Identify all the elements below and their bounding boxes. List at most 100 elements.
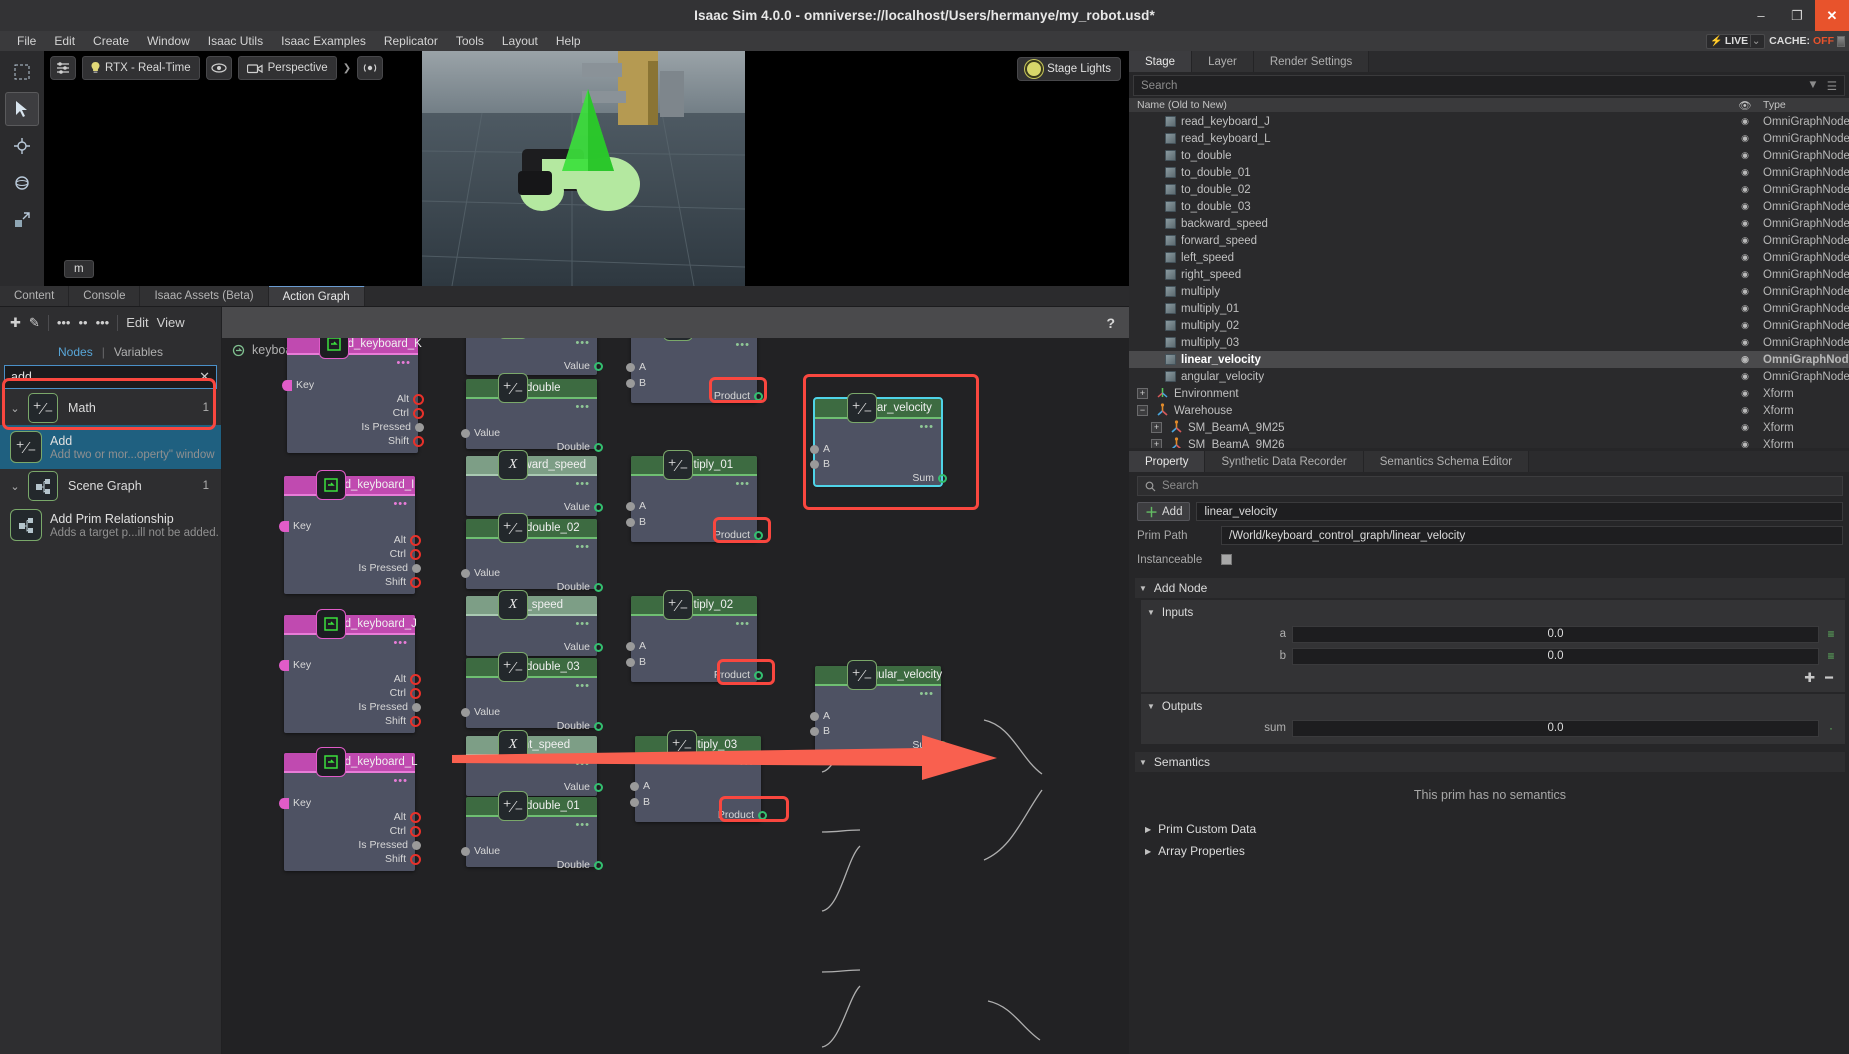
- node-output-port[interactable]: Ctrl: [390, 825, 421, 837]
- audio-icon[interactable]: [357, 56, 384, 80]
- eye-icon[interactable]: ◉: [1731, 337, 1759, 348]
- stage-row[interactable]: read_keyboard_L ◉ OmniGraphNode: [1129, 130, 1849, 147]
- node-input-port[interactable]: Key: [279, 659, 311, 671]
- cursor-tool-icon[interactable]: [5, 92, 39, 126]
- prim-custom-data-row[interactable]: ▶ Prim Custom Data: [1135, 818, 1845, 840]
- prim-path-field[interactable]: /World/keyboard_control_graph/linear_vel…: [1221, 526, 1843, 545]
- menu-item-isaac-examples[interactable]: Isaac Examples: [272, 31, 375, 51]
- filter-icon[interactable]: ▼: [1807, 79, 1818, 93]
- node-search-input[interactable]: [11, 370, 196, 384]
- graph-node-to_double_01[interactable]: to_double_01 ⁺⁄₋ ••• Value Double: [461, 791, 603, 871]
- menu-item-isaac-utils[interactable]: Isaac Utils: [199, 31, 272, 51]
- menu-dots-2-icon[interactable]: ••: [78, 315, 87, 330]
- tab-action-graph[interactable]: Action Graph: [268, 285, 365, 306]
- mode-variables[interactable]: Variables: [114, 345, 163, 359]
- tab-semantics-schema-editor[interactable]: Semantics Schema Editor: [1363, 451, 1530, 472]
- node-header[interactable]: forward_speed: [466, 456, 597, 474]
- eye-icon[interactable]: ◉: [1731, 354, 1759, 365]
- node-input-port[interactable]: Value: [461, 427, 500, 439]
- node-header[interactable]: to_double_01: [466, 797, 597, 815]
- add-graph-icon[interactable]: ✚: [10, 315, 21, 331]
- node-header[interactable]: angular_velocity: [815, 666, 942, 684]
- graph-node-left_speed[interactable]: left_speed X ••• Value: [466, 590, 603, 656]
- node-input-port[interactable]: B: [626, 516, 646, 528]
- edit-graph-icon[interactable]: ✎: [29, 315, 40, 331]
- node-header[interactable]: read_keyboard_J: [284, 615, 417, 633]
- eye-icon[interactable]: ◉: [1731, 320, 1759, 331]
- node-header[interactable]: read_keyboard_K: [287, 338, 422, 353]
- eye-icon[interactable]: ◉: [1731, 405, 1759, 416]
- add-property-button[interactable]: ＋ Add: [1137, 502, 1191, 521]
- cache-status[interactable]: CACHE: OFF: [1769, 35, 1845, 47]
- category-scene-graph[interactable]: ⌄ Scene Graph 1: [0, 469, 221, 503]
- stage-search-field[interactable]: Search ▼ ☰: [1133, 75, 1845, 96]
- node-options-icon[interactable]: •••: [393, 776, 408, 787]
- node-output-port[interactable]: Alt: [394, 534, 421, 546]
- node-input-port[interactable]: Value: [461, 567, 500, 579]
- menu-item-help[interactable]: Help: [547, 31, 590, 51]
- renderer-selector[interactable]: RTX - Real-Time: [82, 56, 200, 80]
- node-options-icon[interactable]: •••: [575, 619, 590, 630]
- node-options-icon[interactable]: •••: [575, 402, 590, 413]
- stage-row[interactable]: + SM_BeamA_9M26 ◉ Xform: [1129, 436, 1849, 448]
- camera-selector[interactable]: Perspective: [237, 56, 337, 80]
- menu-item-replicator[interactable]: Replicator: [375, 31, 447, 51]
- instanceable-checkbox[interactable]: [1221, 554, 1232, 565]
- outputs-header[interactable]: ▼ Outputs: [1141, 697, 1845, 716]
- graph-node-to_double_02[interactable]: to_double_02 ⁺⁄₋ ••• Value Double: [461, 513, 603, 593]
- stage-row[interactable]: to_double ◉ OmniGraphNode: [1129, 147, 1849, 164]
- viewport-settings-icon[interactable]: [50, 56, 76, 80]
- node-header[interactable]: read_keyboard_L: [284, 753, 418, 771]
- node-output-port[interactable]: Value: [564, 641, 603, 653]
- node-output-port[interactable]: Shift: [388, 435, 424, 447]
- tab-layer[interactable]: Layer: [1192, 51, 1254, 72]
- stage-row[interactable]: to_double_03 ◉ OmniGraphNode: [1129, 198, 1849, 215]
- tab-render-settings[interactable]: Render Settings: [1253, 51, 1370, 72]
- node-output-port[interactable]: Shift: [385, 715, 421, 727]
- graph-node-multiply_01[interactable]: multiply_01 ⁺⁄₋ ••• A B Product: [626, 450, 763, 542]
- node-options-icon[interactable]: •••: [575, 479, 590, 490]
- node-options-icon[interactable]: •••: [919, 422, 934, 433]
- chevron-down-icon[interactable]: ⌄: [1750, 35, 1761, 47]
- eye-icon[interactable]: ◉: [1731, 133, 1759, 144]
- node-output-port[interactable]: Alt: [394, 673, 421, 685]
- graph-node-read_keyboard_I[interactable]: read_keyboard_I ••• Key Alt Ctrl Is Pressed Sh…: [279, 470, 421, 594]
- maximize-button[interactable]: ❐: [1779, 0, 1815, 31]
- inputs-header[interactable]: ▼ Inputs: [1141, 603, 1845, 622]
- chevron-down-icon[interactable]: ⌄: [8, 480, 22, 493]
- stage-row[interactable]: to_double_01 ◉ OmniGraphNode: [1129, 164, 1849, 181]
- eye-icon[interactable]: ◉: [1731, 167, 1759, 178]
- eye-icon[interactable]: ◉: [1731, 388, 1759, 399]
- stage-tree[interactable]: read_keyboard_J ◉ OmniGraphNode read_keyboa…: [1129, 113, 1849, 448]
- stage-row[interactable]: + Environment ◉ Xform: [1129, 385, 1849, 402]
- graph-edit-menu[interactable]: Edit: [126, 315, 148, 330]
- node-output-port[interactable]: Value: [564, 501, 603, 513]
- menu-item-tools[interactable]: Tools: [447, 31, 493, 51]
- expander-toggle[interactable]: +: [1137, 388, 1148, 399]
- graph-canvas[interactable]: keyboard_control_graph: [222, 338, 1129, 1054]
- graph-node-backward_speed[interactable]: backward_speedX•••Value: [466, 338, 603, 375]
- stage-row[interactable]: right_speed ◉ OmniGraphNode: [1129, 266, 1849, 283]
- node-options-icon[interactable]: •••: [735, 479, 750, 490]
- eye-icon[interactable]: ◉: [1731, 184, 1759, 195]
- move-tool-icon[interactable]: [5, 129, 39, 163]
- clear-search-icon[interactable]: ✕: [195, 369, 210, 385]
- input-a-field[interactable]: 0.0: [1292, 625, 1819, 643]
- node-output-port[interactable]: Is Pressed: [358, 562, 421, 574]
- equals-icon[interactable]: ≡: [1825, 649, 1837, 663]
- node-header[interactable]: linear_velocity: [815, 399, 941, 417]
- eye-icon[interactable]: ◉: [1731, 218, 1759, 229]
- remove-input-button[interactable]: ━: [1825, 670, 1833, 686]
- stage-row[interactable]: multiply_01 ◉ OmniGraphNode: [1129, 300, 1849, 317]
- category-math[interactable]: ⌄ ⁺⁄₋ Math 1: [0, 391, 221, 425]
- stage-row[interactable]: angular_velocity ◉ OmniGraphNode: [1129, 368, 1849, 385]
- eye-icon[interactable]: ◉: [1731, 252, 1759, 263]
- eye-icon[interactable]: ◉: [1731, 235, 1759, 246]
- node-input-port[interactable]: Key: [282, 379, 314, 391]
- tab-console[interactable]: Console: [69, 285, 141, 306]
- graph-node-to_double_03[interactable]: to_double_03 ⁺⁄₋ ••• Value Double: [461, 652, 603, 732]
- input-b-field[interactable]: 0.0: [1292, 647, 1819, 665]
- node-output-port[interactable]: Ctrl: [390, 687, 421, 699]
- eye-icon[interactable]: ◉: [1731, 150, 1759, 161]
- node-input-port[interactable]: B: [626, 656, 646, 668]
